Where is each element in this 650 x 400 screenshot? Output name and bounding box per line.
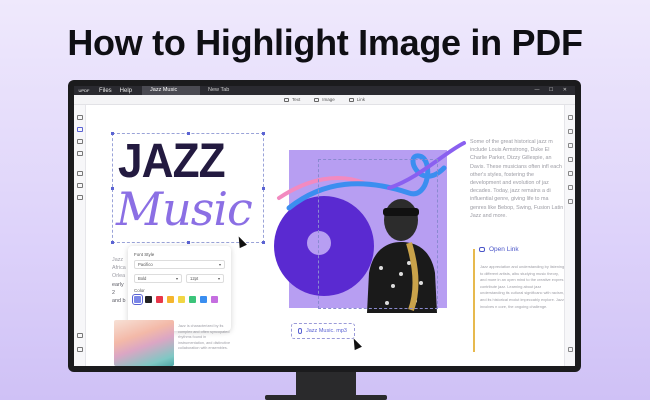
- chevron-down-icon: ▾: [217, 276, 220, 281]
- edit-toolbar: Text Image Link: [74, 95, 575, 105]
- heading-jazz[interactable]: JAZZ: [118, 134, 226, 189]
- ocr-icon[interactable]: [568, 129, 573, 134]
- color-swatch[interactable]: [200, 296, 207, 303]
- quote-accent-bar: [473, 249, 475, 352]
- app-screen: UPDF Files Help Jazz Music New Tab — ☐ ✕…: [74, 86, 575, 366]
- chevron-down-icon: ▾: [175, 276, 178, 281]
- help-icon[interactable]: [77, 347, 83, 352]
- tool-image[interactable]: Image: [314, 97, 335, 102]
- page-headline: How to Highlight Image in PDF: [67, 22, 583, 63]
- window-controls[interactable]: — ☐ ✕: [535, 87, 571, 93]
- print-icon[interactable]: [568, 199, 573, 204]
- fragment-line: Africa: [112, 265, 126, 272]
- image-selection-box[interactable]: [318, 159, 438, 309]
- open-link-button[interactable]: Open Link: [479, 246, 519, 253]
- organize-icon[interactable]: [77, 183, 83, 188]
- save-icon[interactable]: [568, 185, 573, 190]
- color-swatch[interactable]: [178, 296, 185, 303]
- mouse-cursor-icon: [350, 336, 362, 351]
- font-style-title: Font Style: [134, 252, 155, 257]
- thumbnails-icon[interactable]: [77, 115, 83, 120]
- color-swatches: [132, 294, 225, 305]
- tools-icon[interactable]: [77, 195, 83, 200]
- left-column-fragments: Jazz Africa Orlea early 2 and b: [112, 256, 128, 305]
- menu-help[interactable]: Help: [120, 88, 132, 94]
- color-swatch[interactable]: [145, 296, 152, 303]
- comment-icon[interactable]: [77, 139, 83, 144]
- convert-icon[interactable]: [568, 143, 573, 148]
- fragment-line: early 2: [112, 281, 124, 296]
- audio-file-name: Jazz Music. mp3: [306, 328, 347, 334]
- font-family-value: Pacifico: [138, 262, 153, 267]
- color-swatch[interactable]: [189, 296, 196, 303]
- tool-text-label: Text: [291, 97, 301, 102]
- tool-link[interactable]: Link: [348, 97, 366, 102]
- font-size-value: 12pt: [190, 276, 199, 281]
- menu-files[interactable]: Files: [99, 88, 112, 94]
- audio-file-attachment[interactable]: Jazz Music. mp3: [291, 323, 355, 339]
- font-size-select[interactable]: 12pt ▾: [186, 274, 224, 283]
- font-weight-select[interactable]: Bold ▾: [134, 274, 182, 283]
- tool-text[interactable]: Text: [283, 97, 301, 102]
- tool-image-label: Image: [322, 97, 335, 102]
- edit-icon[interactable]: [77, 151, 83, 156]
- heading-music[interactable]: Music: [116, 182, 253, 236]
- right-column-paragraph: Some of the great historical jazz m incl…: [470, 139, 564, 219]
- chevron-down-icon: ▾: [218, 262, 221, 267]
- color-swatch[interactable]: [156, 296, 163, 303]
- link-tool-icon: [348, 97, 354, 102]
- tool-link-label: Link: [356, 97, 366, 102]
- font-weight-value: Bold: [138, 276, 147, 281]
- caption-text: Jazz is characterized by its complex and…: [178, 324, 231, 351]
- title-bar: UPDF Files Help Jazz Music New Tab — ☐ ✕: [74, 86, 575, 95]
- quote-paragraph: Jazz appreciation and understanding by l…: [480, 264, 565, 309]
- monitor-frame: UPDF Files Help Jazz Music New Tab — ☐ ✕…: [68, 80, 581, 372]
- audio-icon: [298, 328, 302, 334]
- app-logo: UPDF: [78, 88, 90, 93]
- chat-icon[interactable]: [568, 347, 573, 352]
- open-link-label: Open Link: [489, 246, 519, 253]
- left-sidebar: [74, 105, 86, 366]
- abstract-image-thumbnail[interactable]: [114, 320, 174, 366]
- color-swatch[interactable]: [211, 296, 218, 303]
- fragment-line: Orlea: [112, 273, 126, 280]
- monitor-stand-base: [265, 395, 387, 400]
- text-tool-icon: [283, 97, 289, 102]
- color-swatch[interactable]: [167, 296, 174, 303]
- bookmark-icon[interactable]: [77, 127, 83, 132]
- form-icon[interactable]: [77, 171, 83, 176]
- fragment-line: Jazz: [112, 257, 124, 263]
- font-style-panel: Font Style Pacifico ▾ Bold ▾ 12pt ▾ Colo…: [128, 246, 231, 331]
- fragment-line: and b: [112, 298, 126, 305]
- font-family-select[interactable]: Pacifico ▾: [134, 260, 225, 269]
- settings-icon[interactable]: [77, 333, 83, 338]
- search-icon[interactable]: [568, 115, 573, 120]
- share-icon[interactable]: [568, 171, 573, 176]
- tab-new-tab[interactable]: New Tab: [200, 86, 237, 95]
- tab-jazz-music[interactable]: Jazz Music: [142, 86, 201, 95]
- image-tool-icon: [314, 97, 320, 102]
- color-swatch[interactable]: [132, 294, 143, 305]
- color-label: Color: [134, 288, 145, 293]
- link-icon: [479, 247, 485, 252]
- protect-icon[interactable]: [568, 157, 573, 162]
